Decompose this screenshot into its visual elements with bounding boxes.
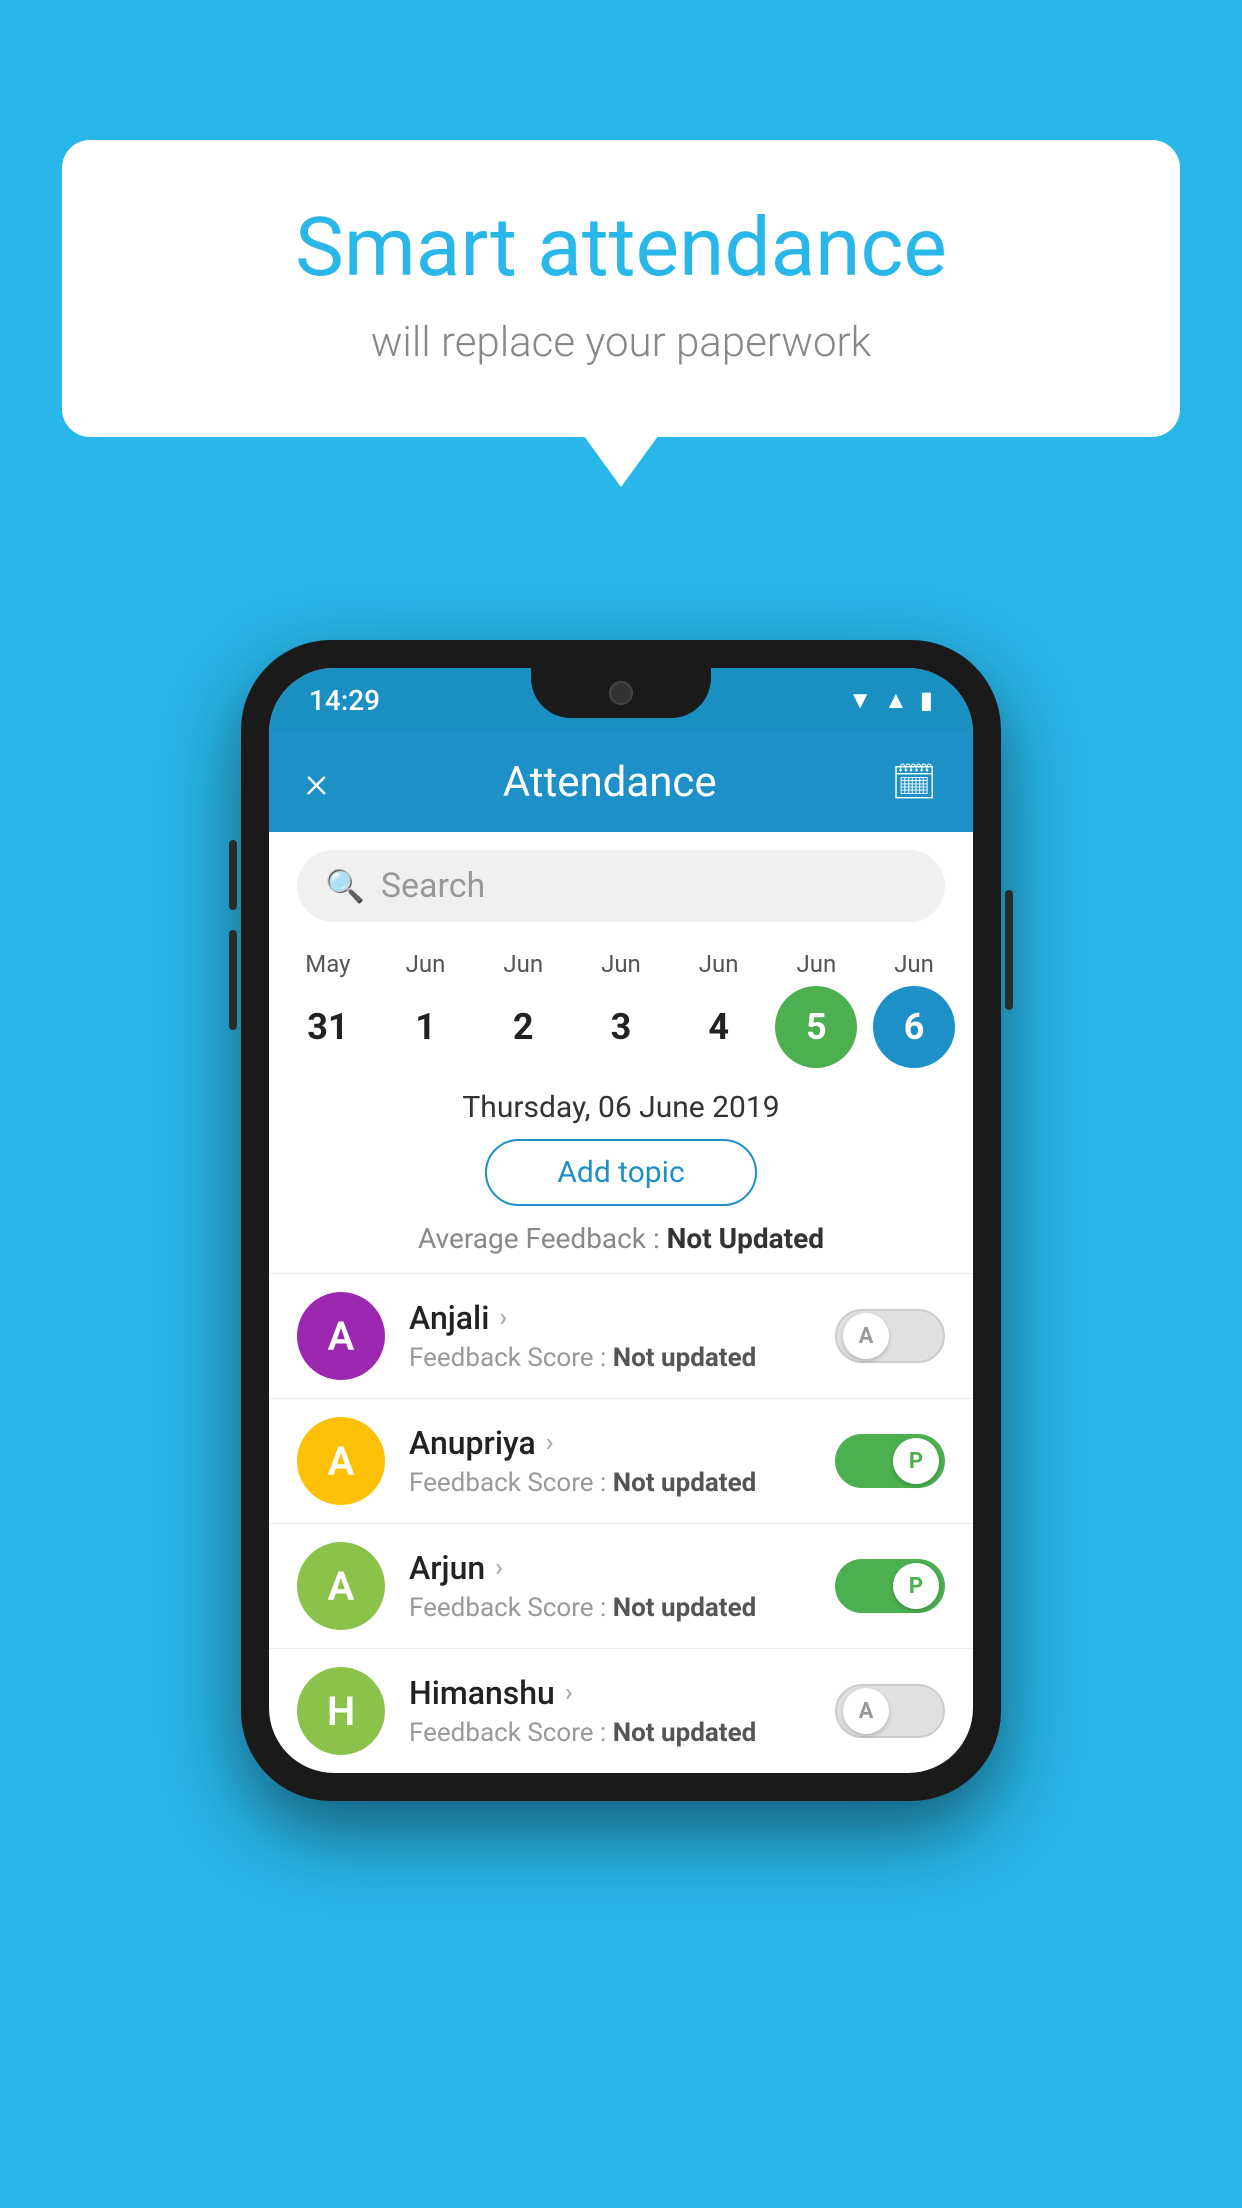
student-row: A Arjun › Feedback Score : Not updated P xyxy=(269,1523,973,1648)
cal-date[interactable]: 2 xyxy=(482,986,564,1068)
student-info[interactable]: Arjun › Feedback Score : Not updated xyxy=(409,1549,835,1623)
cal-date[interactable]: 3 xyxy=(580,986,662,1068)
calendar-dates-row: May 31 Jun 1 Jun 2 Jun 3 Jun 4 Jun 5 Jun 6 xyxy=(269,940,973,1068)
students-list: AAnjali ›Feedback Score : Not updatedAAA… xyxy=(269,1273,973,1773)
chevron-right-icon: › xyxy=(565,1678,573,1708)
cal-month-label: Jun xyxy=(601,950,641,978)
cal-date[interactable]: 1 xyxy=(385,986,467,1068)
student-feedback: Feedback Score : Not updated xyxy=(409,1343,835,1373)
student-avatar: A xyxy=(297,1292,385,1380)
status-icons: ▼ ▲ ▮ xyxy=(848,686,933,715)
student-name[interactable]: Himanshu › xyxy=(409,1674,835,1712)
student-avatar: H xyxy=(297,1667,385,1755)
search-placeholder: Search xyxy=(381,866,485,906)
student-avatar: A xyxy=(297,1542,385,1630)
toggle-circle: A xyxy=(843,1313,889,1359)
phone-frame: 14:29 ▼ ▲ ▮ × Attendance 🗓 🔍 Search Ma xyxy=(241,640,1001,1801)
selected-date-label: Thursday, 06 June 2019 xyxy=(269,1068,973,1139)
student-avatar: A xyxy=(297,1417,385,1505)
toggle-circle: P xyxy=(893,1563,939,1609)
student-row: H Himanshu › Feedback Score : Not updated A xyxy=(269,1648,973,1773)
volume-down-button xyxy=(229,930,237,1030)
phone-container: 14:29 ▼ ▲ ▮ × Attendance 🗓 🔍 Search Ma xyxy=(241,640,1001,1801)
attendance-toggle[interactable]: A xyxy=(835,1309,945,1363)
calendar-icon[interactable]: 🗓 xyxy=(891,761,937,803)
cal-month-label: Jun xyxy=(503,950,543,978)
phone-screen: 14:29 ▼ ▲ ▮ × Attendance 🗓 🔍 Search Ma xyxy=(269,668,973,1773)
search-icon: 🔍 xyxy=(325,867,365,905)
power-button xyxy=(1005,890,1013,1010)
student-name[interactable]: Anjali › xyxy=(409,1299,835,1337)
student-row: AAnjali ›Feedback Score : Not updatedA xyxy=(269,1273,973,1398)
student-row: A Anupriya › Feedback Score : Not updated P xyxy=(269,1398,973,1523)
attendance-toggle[interactable]: P xyxy=(835,1559,945,1613)
bubble-title: Smart attendance xyxy=(142,200,1100,296)
cal-date[interactable]: 4 xyxy=(678,986,760,1068)
avg-feedback-value: Not Updated xyxy=(667,1222,824,1255)
app-bar-title: Attendance xyxy=(503,758,717,807)
phone-notch xyxy=(531,668,711,718)
cal-date[interactable]: 31 xyxy=(287,986,369,1068)
calendar-day[interactable]: Jun 2 xyxy=(475,950,571,1068)
cal-month-label: Jun xyxy=(894,950,934,978)
student-info[interactable]: Himanshu › Feedback Score : Not updated xyxy=(409,1674,835,1748)
attendance-toggle[interactable]: A xyxy=(835,1684,945,1738)
chevron-right-icon: › xyxy=(499,1303,507,1333)
avg-feedback-label: Average Feedback : xyxy=(418,1222,667,1255)
student-name[interactable]: Anupriya › xyxy=(409,1424,835,1462)
volume-up-button xyxy=(229,840,237,910)
calendar-day[interactable]: Jun 3 xyxy=(573,950,669,1068)
student-info[interactable]: Anupriya › Feedback Score : Not updated xyxy=(409,1424,835,1498)
calendar-day[interactable]: Jun 6 xyxy=(866,950,962,1068)
chevron-right-icon: › xyxy=(495,1553,503,1583)
average-feedback: Average Feedback : Not Updated xyxy=(269,1222,973,1255)
front-camera xyxy=(609,681,633,705)
student-feedback: Feedback Score : Not updated xyxy=(409,1593,835,1623)
toggle-circle: P xyxy=(893,1438,939,1484)
calendar-day[interactable]: Jun 5 xyxy=(768,950,864,1068)
app-bar: × Attendance 🗓 xyxy=(269,732,973,832)
search-bar[interactable]: 🔍 Search xyxy=(297,850,945,922)
battery-icon: ▮ xyxy=(920,686,933,714)
student-name[interactable]: Arjun › xyxy=(409,1549,835,1587)
wifi-icon: ▼ xyxy=(848,686,872,715)
calendar-day[interactable]: Jun 1 xyxy=(378,950,474,1068)
bubble-subtitle: will replace your paperwork xyxy=(142,318,1100,367)
student-feedback: Feedback Score : Not updated xyxy=(409,1468,835,1498)
student-info[interactable]: Anjali › Feedback Score : Not updated xyxy=(409,1299,835,1373)
student-feedback: Feedback Score : Not updated xyxy=(409,1718,835,1748)
signal-icon: ▲ xyxy=(884,686,908,715)
cal-month-label: Jun xyxy=(406,950,446,978)
status-time: 14:29 xyxy=(309,684,380,717)
calendar-day[interactable]: May 31 xyxy=(280,950,376,1068)
speech-bubble: Smart attendance will replace your paper… xyxy=(62,140,1180,437)
chevron-right-icon: › xyxy=(546,1428,554,1458)
attendance-toggle[interactable]: P xyxy=(835,1434,945,1488)
cal-date[interactable]: 5 xyxy=(775,986,857,1068)
cal-month-label: Jun xyxy=(699,950,739,978)
cal-month-label: Jun xyxy=(796,950,836,978)
cal-month-label: May xyxy=(305,950,350,978)
speech-bubble-container: Smart attendance will replace your paper… xyxy=(62,140,1180,437)
calendar-day[interactable]: Jun 4 xyxy=(671,950,767,1068)
cal-date[interactable]: 6 xyxy=(873,986,955,1068)
add-topic-button[interactable]: Add topic xyxy=(485,1139,756,1206)
close-button[interactable]: × xyxy=(305,756,328,808)
toggle-circle: A xyxy=(843,1688,889,1734)
